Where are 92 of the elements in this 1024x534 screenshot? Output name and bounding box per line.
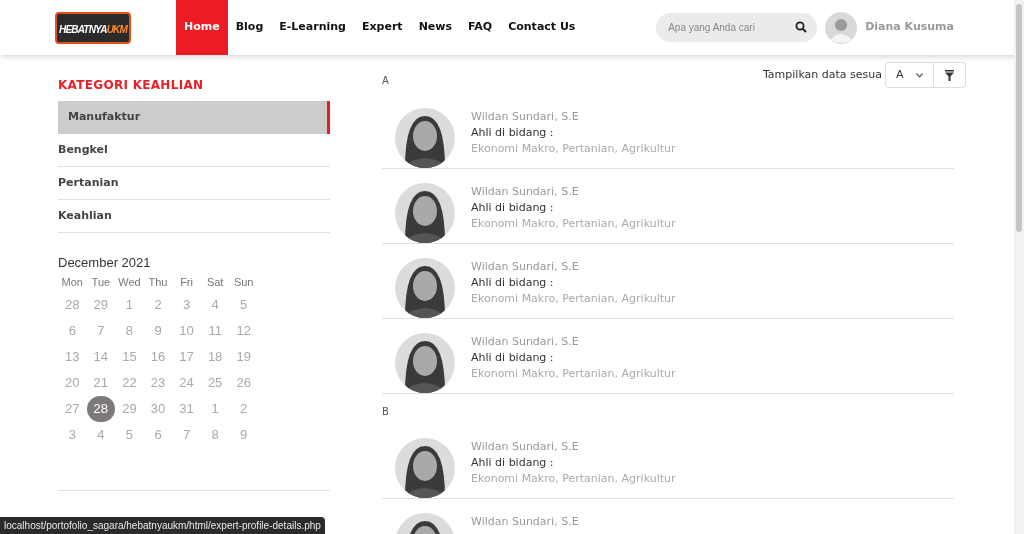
field-label: Ahli di bidang :	[471, 455, 555, 471]
sort-select[interactable]: A	[885, 62, 934, 88]
expertise-list: Ekonomi Makro, Pertanian, Agrikultur	[471, 366, 676, 382]
logo[interactable]: HEBATNYAUKM	[55, 11, 131, 44]
expert-name[interactable]: Wildan Sundari, S.E	[471, 334, 676, 350]
expert-name[interactable]: Wildan Sundari, S.E	[471, 514, 579, 530]
expertise-list: Ekonomi Makro, Pertanian, Agrikultur	[471, 291, 676, 307]
user-avatar[interactable]	[825, 11, 858, 44]
calendar-day[interactable]: 9	[240, 424, 248, 445]
sidebar-title: KATEGORI KEAHLIAN	[58, 77, 205, 94]
calendar-day[interactable]: 30	[150, 398, 166, 419]
calendar-day[interactable]: 10	[179, 320, 194, 341]
calendar-day[interactable]: 3	[68, 424, 76, 445]
calendar-day[interactable]: 5	[125, 424, 134, 445]
caret-icon	[916, 72, 923, 78]
nav-link[interactable]: E-Learning	[271, 0, 354, 55]
calendar-day[interactable]: 17	[179, 346, 194, 367]
calendar-day[interactable]: 15	[122, 346, 137, 367]
weekday-label: Thu	[148, 275, 168, 291]
calendar-day[interactable]: 2	[154, 294, 162, 315]
category-item[interactable]: Keahlian	[58, 200, 330, 233]
category-item[interactable]: Pertanian	[58, 167, 330, 200]
weekday-label: Sat	[206, 275, 224, 291]
calendar-day[interactable]: 29	[93, 294, 109, 315]
calendar-day[interactable]: 24	[179, 372, 194, 393]
expert-name[interactable]: Wildan Sundari, S.E	[471, 439, 676, 455]
user-name[interactable]: Diana Kusuma	[865, 19, 954, 36]
expert-name[interactable]: Wildan Sundari, S.E	[471, 259, 676, 275]
weekday-label: Mon	[61, 275, 83, 291]
nav-link[interactable]: Contact Us	[500, 0, 584, 55]
nav-link[interactable]: Expert	[354, 0, 411, 55]
expertise-list: Ekonomi Makro, Pertanian, Agrikultur	[471, 471, 676, 487]
nav-link[interactable]: Home	[176, 0, 228, 55]
weekday-label: Sun	[233, 275, 254, 291]
nav-link[interactable]: News	[410, 0, 461, 55]
calendar-day[interactable]: 14	[93, 346, 109, 367]
group-letter: B	[382, 405, 390, 419]
calendar-day[interactable]: 23	[150, 372, 166, 393]
calendar-day[interactable]: 6	[68, 320, 76, 341]
calendar-day[interactable]: 13	[65, 346, 80, 367]
calendar-day[interactable]: 19	[236, 346, 251, 367]
field-label: Ahli di bidang :	[471, 200, 555, 216]
weekday-label: Fri	[180, 275, 193, 291]
calendar-day[interactable]: 4	[97, 424, 105, 445]
calendar-day[interactable]: 8	[211, 424, 219, 445]
category-item[interactable]: Bengkel	[58, 134, 330, 167]
calendar-day[interactable]: 6	[154, 424, 162, 445]
category-item[interactable]: Manufaktur	[58, 101, 330, 134]
calendar-day[interactable]: 7	[182, 424, 191, 445]
weekday-label: Tue	[91, 275, 111, 291]
calendar-day[interactable]: 25	[207, 372, 223, 393]
scrollbar[interactable]	[1014, 0, 1024, 534]
calendar-day[interactable]: 5	[240, 294, 248, 315]
filter-icon	[945, 69, 954, 81]
calendar-title: December 2021	[58, 254, 152, 272]
nav-link[interactable]: Blog	[227, 0, 272, 55]
calendar-day[interactable]: 28	[86, 395, 115, 422]
weekday-label: Wed	[118, 275, 141, 291]
calendar-day[interactable]: 12	[236, 320, 251, 341]
calendar-day[interactable]: 3	[182, 294, 191, 315]
calendar-day[interactable]: 26	[236, 372, 251, 393]
calendar-day[interactable]: 1	[125, 294, 134, 315]
calendar-day[interactable]: 16	[150, 346, 166, 367]
calendar-day[interactable]: 21	[93, 372, 109, 393]
expertise-list: Ekonomi Makro, Pertanian, Agrikultur	[471, 141, 676, 157]
search-icon[interactable]	[795, 21, 808, 33]
expert-name[interactable]: Wildan Sundari, S.E	[471, 184, 676, 200]
filter-label: Tampilkan data sesua	[762, 66, 882, 83]
field-label: Ahli di bidang :	[471, 350, 555, 366]
calendar-day[interactable]: 18	[207, 346, 223, 367]
field-label: Ahli di bidang :	[471, 275, 555, 291]
field-label: Ahli di bidang :	[471, 125, 555, 141]
expert-name[interactable]: Wildan Sundari, S.E	[471, 109, 676, 125]
calendar-day[interactable]: 2	[240, 398, 248, 419]
calendar-day[interactable]: 29	[122, 398, 137, 419]
calendar-day[interactable]: 27	[65, 398, 80, 419]
calendar-day[interactable]: 4	[211, 294, 219, 315]
calendar-day[interactable]: 31	[179, 398, 194, 419]
calendar-day[interactable]: 22	[122, 372, 137, 393]
group-letter: A	[382, 74, 389, 88]
calendar-day[interactable]: 28	[65, 294, 80, 315]
expertise-list: Ekonomi Makro, Pertanian, Agrikultur	[471, 216, 676, 232]
search-field[interactable]: Apa yang Anda cari	[656, 13, 818, 42]
calendar-day[interactable]: 1	[211, 398, 219, 419]
nav-link[interactable]: FAQ	[460, 0, 501, 55]
calendar-day[interactable]: 20	[65, 372, 80, 393]
calendar-day[interactable]: 9	[154, 320, 162, 341]
calendar-day[interactable]: 7	[97, 320, 105, 341]
calendar-day[interactable]: 11	[208, 320, 222, 341]
calendar-day[interactable]: 8	[125, 320, 134, 341]
filter-button[interactable]	[934, 62, 966, 88]
status-bar-url: localhost/portofolio_sagara/hebatnyaukm/html/expert-profile-details.php	[0, 517, 325, 534]
